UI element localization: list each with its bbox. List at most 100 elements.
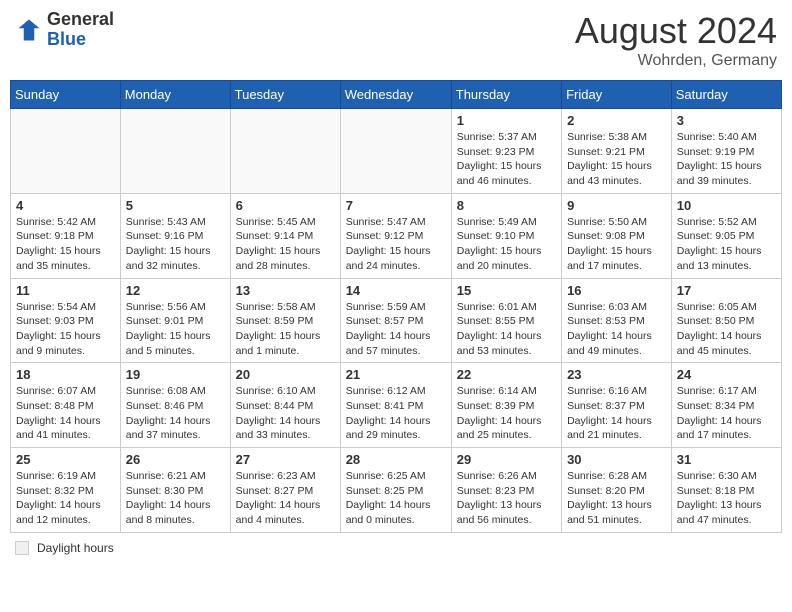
calendar-week-row: 4Sunrise: 5:42 AM Sunset: 9:18 PM Daylig… — [11, 193, 782, 278]
calendar-day-cell — [11, 109, 121, 194]
calendar-day-header: Monday — [120, 81, 230, 109]
legend-label: Daylight hours — [37, 541, 114, 555]
calendar-week-row: 25 Sunrise: 6:19 AM Sunset: 8:32 PM Dayli… — [11, 448, 782, 533]
calendar-day-cell: 15Sunrise: 6:01 AM Sunset: 8:55 PM Dayli… — [451, 278, 561, 363]
calendar-week-row: 11Sunrise: 5:54 AM Sunset: 9:03 PM Dayli… — [11, 278, 782, 363]
day-number: 16 — [567, 283, 666, 298]
calendar-day-cell: 22 Sunrise: 6:14 AM Sunset: 8:39 PM Dayli… — [451, 363, 561, 448]
day-info: Sunrise: 6:07 AM Sunset: 8:48 PM Dayligh… — [16, 384, 115, 443]
calendar-header-row: SundayMondayTuesdayWednesdayThursdayFrid… — [11, 81, 782, 109]
title-block: August 2024 Wohrden, Germany — [575, 10, 777, 70]
calendar-day-header: Wednesday — [340, 81, 451, 109]
day-info: Sunrise: 6:12 AM Sunset: 8:41 PM Dayligh… — [346, 384, 446, 443]
day-info: Sunrise: 5:50 AM Sunset: 9:08 PM Dayligh… — [567, 215, 666, 274]
day-number: 4 — [16, 198, 115, 213]
day-number: 3 — [677, 113, 776, 128]
day-number: 15 — [457, 283, 556, 298]
logo-text: General Blue — [47, 10, 114, 50]
day-number: 6 — [236, 198, 335, 213]
day-number: 1 — [457, 113, 556, 128]
calendar-day-cell: 21Sunrise: 6:12 AM Sunset: 8:41 PM Dayli… — [340, 363, 451, 448]
day-info: Sunrise: 5:45 AM Sunset: 9:14 PM Dayligh… — [236, 215, 335, 274]
calendar-day-cell: 26Sunrise: 6:21 AM Sunset: 8:30 PM Dayli… — [120, 448, 230, 533]
day-info: Sunrise: 6:10 AM Sunset: 8:44 PM Dayligh… — [236, 384, 335, 443]
calendar-day-cell: 20Sunrise: 6:10 AM Sunset: 8:44 PM Dayli… — [230, 363, 340, 448]
calendar-day-header: Sunday — [11, 81, 121, 109]
calendar-day-cell — [230, 109, 340, 194]
calendar-day-cell: 12 Sunrise: 5:56 AM Sunset: 9:01 PM Dayli… — [120, 278, 230, 363]
calendar-day-cell: 17 Sunrise: 6:05 AM Sunset: 8:50 PM Dayli… — [671, 278, 781, 363]
day-info: Sunrise: 6:23 AM Sunset: 8:27 PM Dayligh… — [236, 469, 335, 528]
day-info: Sunrise: 5:47 AM Sunset: 9:12 PM Dayligh… — [346, 215, 446, 274]
calendar-day-cell: 18Sunrise: 6:07 AM Sunset: 8:48 PM Dayli… — [11, 363, 121, 448]
calendar-week-row: 1 Sunrise: 5:37 AM Sunset: 9:23 PM Daylig… — [11, 109, 782, 194]
day-info: Sunrise: 6:26 AM Sunset: 8:23 PM Dayligh… — [457, 469, 556, 528]
day-info: Sunrise: 6:14 AM Sunset: 8:39 PM Dayligh… — [457, 384, 556, 443]
calendar-day-cell: 8 Sunrise: 5:49 AM Sunset: 9:10 PM Daylig… — [451, 193, 561, 278]
month-year: August 2024 — [575, 10, 777, 52]
day-number: 17 — [677, 283, 776, 298]
day-info: Sunrise: 6:25 AM Sunset: 8:25 PM Dayligh… — [346, 469, 446, 528]
day-info: Sunrise: 5:58 AM Sunset: 8:59 PM Dayligh… — [236, 300, 335, 359]
day-number: 28 — [346, 452, 446, 467]
day-number: 11 — [16, 283, 115, 298]
day-number: 7 — [346, 198, 446, 213]
calendar-day-cell — [120, 109, 230, 194]
calendar-day-cell: 16Sunrise: 6:03 AM Sunset: 8:53 PM Dayli… — [562, 278, 672, 363]
day-number: 19 — [126, 367, 225, 382]
calendar-day-cell: 25 Sunrise: 6:19 AM Sunset: 8:32 PM Dayli… — [11, 448, 121, 533]
day-number: 9 — [567, 198, 666, 213]
calendar-day-cell: 27 Sunrise: 6:23 AM Sunset: 8:27 PM Dayli… — [230, 448, 340, 533]
calendar-day-header: Thursday — [451, 81, 561, 109]
calendar-day-cell: 3 Sunrise: 5:40 AM Sunset: 9:19 PM Daylig… — [671, 109, 781, 194]
calendar-day-cell — [340, 109, 451, 194]
calendar-day-cell: 1 Sunrise: 5:37 AM Sunset: 9:23 PM Daylig… — [451, 109, 561, 194]
legend-box — [15, 541, 29, 555]
calendar-day-cell: 11Sunrise: 5:54 AM Sunset: 9:03 PM Dayli… — [11, 278, 121, 363]
logo-icon — [15, 16, 43, 44]
day-info: Sunrise: 6:19 AM Sunset: 8:32 PM Dayligh… — [16, 469, 115, 528]
day-number: 24 — [677, 367, 776, 382]
day-number: 10 — [677, 198, 776, 213]
day-info: Sunrise: 5:52 AM Sunset: 9:05 PM Dayligh… — [677, 215, 776, 274]
day-info: Sunrise: 5:40 AM Sunset: 9:19 PM Dayligh… — [677, 130, 776, 189]
day-info: Sunrise: 5:38 AM Sunset: 9:21 PM Dayligh… — [567, 130, 666, 189]
calendar-day-header: Saturday — [671, 81, 781, 109]
logo: General Blue — [15, 10, 114, 50]
day-number: 12 — [126, 283, 225, 298]
legend: Daylight hours — [10, 541, 782, 555]
calendar-day-cell: 5 Sunrise: 5:43 AM Sunset: 9:16 PM Daylig… — [120, 193, 230, 278]
day-info: Sunrise: 6:21 AM Sunset: 8:30 PM Dayligh… — [126, 469, 225, 528]
day-info: Sunrise: 5:49 AM Sunset: 9:10 PM Dayligh… — [457, 215, 556, 274]
calendar-day-cell: 4Sunrise: 5:42 AM Sunset: 9:18 PM Daylig… — [11, 193, 121, 278]
calendar-day-cell: 14Sunrise: 5:59 AM Sunset: 8:57 PM Dayli… — [340, 278, 451, 363]
day-number: 23 — [567, 367, 666, 382]
day-number: 5 — [126, 198, 225, 213]
calendar-day-cell: 6 Sunrise: 5:45 AM Sunset: 9:14 PM Daylig… — [230, 193, 340, 278]
calendar-week-row: 18Sunrise: 6:07 AM Sunset: 8:48 PM Dayli… — [11, 363, 782, 448]
calendar-day-cell: 24 Sunrise: 6:17 AM Sunset: 8:34 PM Dayli… — [671, 363, 781, 448]
day-number: 22 — [457, 367, 556, 382]
day-info: Sunrise: 6:30 AM Sunset: 8:18 PM Dayligh… — [677, 469, 776, 528]
day-number: 8 — [457, 198, 556, 213]
day-number: 27 — [236, 452, 335, 467]
calendar-day-cell: 30Sunrise: 6:28 AM Sunset: 8:20 PM Dayli… — [562, 448, 672, 533]
page-header: General Blue August 2024 Wohrden, German… — [10, 10, 782, 70]
day-number: 25 — [16, 452, 115, 467]
day-info: Sunrise: 5:43 AM Sunset: 9:16 PM Dayligh… — [126, 215, 225, 274]
day-info: Sunrise: 6:16 AM Sunset: 8:37 PM Dayligh… — [567, 384, 666, 443]
calendar-day-cell: 9 Sunrise: 5:50 AM Sunset: 9:08 PM Daylig… — [562, 193, 672, 278]
day-info: Sunrise: 6:17 AM Sunset: 8:34 PM Dayligh… — [677, 384, 776, 443]
calendar-day-cell: 10 Sunrise: 5:52 AM Sunset: 9:05 PM Dayli… — [671, 193, 781, 278]
day-info: Sunrise: 6:28 AM Sunset: 8:20 PM Dayligh… — [567, 469, 666, 528]
day-info: Sunrise: 5:56 AM Sunset: 9:01 PM Dayligh… — [126, 300, 225, 359]
calendar-day-cell: 28 Sunrise: 6:25 AM Sunset: 8:25 PM Dayli… — [340, 448, 451, 533]
day-info: Sunrise: 6:05 AM Sunset: 8:50 PM Dayligh… — [677, 300, 776, 359]
day-info: Sunrise: 5:37 AM Sunset: 9:23 PM Dayligh… — [457, 130, 556, 189]
calendar-day-cell: 29Sunrise: 6:26 AM Sunset: 8:23 PM Dayli… — [451, 448, 561, 533]
location: Wohrden, Germany — [575, 52, 777, 70]
day-number: 2 — [567, 113, 666, 128]
day-number: 31 — [677, 452, 776, 467]
calendar-day-cell: 7 Sunrise: 5:47 AM Sunset: 9:12 PM Daylig… — [340, 193, 451, 278]
calendar-day-cell: 13Sunrise: 5:58 AM Sunset: 8:59 PM Dayli… — [230, 278, 340, 363]
